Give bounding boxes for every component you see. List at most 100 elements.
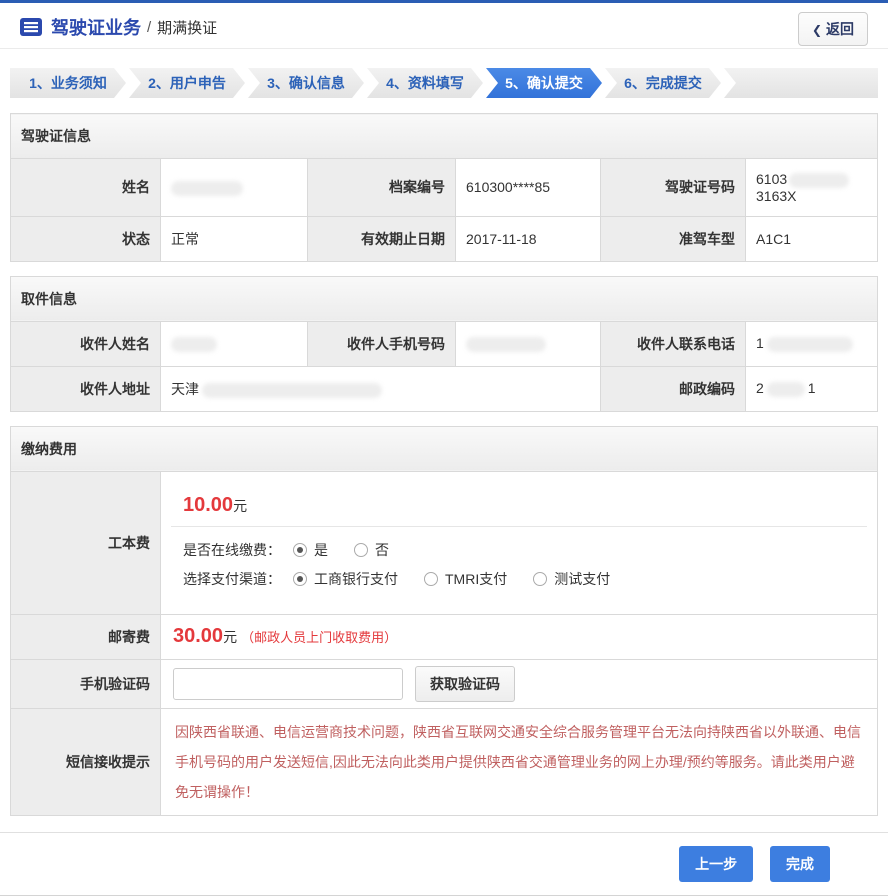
recipient-address-label: 收件人地址 bbox=[11, 366, 161, 411]
breadcrumb: 驾驶证业务 / 期满换证 bbox=[20, 14, 868, 40]
table-row: 姓名 档案编号 610300****85 驾驶证号码 61033163X bbox=[11, 159, 878, 217]
redacted-value bbox=[202, 383, 382, 398]
postage-fee-label: 邮寄费 bbox=[11, 614, 161, 659]
breadcrumb-divider: / bbox=[147, 19, 151, 36]
table-row: 邮寄费 30.00元（邮政人员上门收取费用） bbox=[11, 614, 878, 659]
payment-channel-row: 选择支付渠道： 工商银行支付 TMRI支付 测试支付 bbox=[183, 565, 855, 594]
recipient-name-label: 收件人姓名 bbox=[11, 321, 161, 366]
radio-label: 否 bbox=[375, 540, 389, 560]
step-2-user-declaration[interactable]: 2、用户申告 bbox=[129, 68, 245, 98]
back-button[interactable]: ❮ 返回 bbox=[798, 12, 868, 46]
postage-fee-cell: 30.00元（邮政人员上门收取费用） bbox=[161, 614, 878, 659]
step-3-confirm-info[interactable]: 3、确认信息 bbox=[248, 68, 364, 98]
radio-checked-icon[interactable] bbox=[293, 572, 307, 586]
table-row: 收件人地址 天津 邮政编码 21 bbox=[11, 366, 878, 411]
sms-code-label: 手机验证码 bbox=[11, 659, 161, 708]
radio-online-pay-yes[interactable]: 是 bbox=[293, 540, 328, 560]
postal-code-suffix: 1 bbox=[808, 380, 816, 396]
radio-label: 工商银行支付 bbox=[314, 569, 398, 589]
valid-until-label: 有效期止日期 bbox=[308, 216, 456, 261]
pickup-info-panel: 取件信息 收件人姓名 收件人手机号码 收件人联系电话 1 收件人地址 天津 邮政… bbox=[10, 276, 878, 412]
footer-action-bar: 上一步 完成 bbox=[0, 832, 888, 896]
fees-title: 缴纳费用 bbox=[11, 426, 878, 471]
payment-options-area: 是否在线缴费： 是 否 选择支付渠道： 工商银行支付 TMRI支付 测试支付 bbox=[171, 526, 867, 602]
radio-online-pay-no[interactable]: 否 bbox=[354, 540, 389, 560]
chevron-left-icon: ❮ bbox=[812, 23, 822, 37]
postal-code-prefix: 2 bbox=[756, 380, 764, 396]
license-no-suffix: 3163X bbox=[756, 188, 796, 204]
sms-code-input[interactable] bbox=[173, 668, 403, 700]
redacted-value bbox=[171, 181, 243, 196]
step-6-complete-submit[interactable]: 6、完成提交 bbox=[605, 68, 721, 98]
sms-notice-label: 短信接收提示 bbox=[11, 708, 161, 815]
valid-until-value: 2017-11-18 bbox=[456, 216, 601, 261]
fees-panel: 缴纳费用 工本费 10.00元 是否在线缴费： 是 否 选择支付渠道： 工商银行… bbox=[10, 426, 878, 816]
recipient-phone-prefix: 1 bbox=[756, 335, 764, 351]
status-value: 正常 bbox=[161, 216, 308, 261]
radio-channel-tmri[interactable]: TMRI支付 bbox=[424, 569, 507, 589]
recipient-mobile-label: 收件人手机号码 bbox=[308, 321, 456, 366]
radio-channel-icbc[interactable]: 工商银行支付 bbox=[293, 569, 398, 589]
radio-unchecked-icon[interactable] bbox=[354, 543, 368, 557]
radio-channel-test[interactable]: 测试支付 bbox=[533, 569, 610, 589]
recipient-address-prefix: 天津 bbox=[171, 381, 199, 397]
online-payment-question: 是否在线缴费： bbox=[183, 540, 281, 560]
license-no-label: 驾驶证号码 bbox=[601, 159, 746, 217]
postage-fee-amount: 30.00 bbox=[173, 625, 223, 647]
postal-code-value: 21 bbox=[746, 366, 878, 411]
sms-notice-cell: 因陕西省联通、电信运营商技术问题，陕西省互联网交通安全综合服务管理平台无法向持陕… bbox=[161, 708, 878, 815]
vehicle-class-value: A1C1 bbox=[746, 216, 878, 261]
radio-label: TMRI支付 bbox=[445, 569, 507, 589]
step-progress-bar: 1、业务须知 2、用户申告 3、确认信息 4、资料填写 5、确认提交 6、完成提… bbox=[10, 68, 878, 98]
radio-unchecked-icon[interactable] bbox=[533, 572, 547, 586]
step-label: 1、业务须知 bbox=[29, 73, 107, 93]
table-row: 短信接收提示 因陕西省联通、电信运营商技术问题，陕西省互联网交通安全综合服务管理… bbox=[11, 708, 878, 815]
status-label: 状态 bbox=[11, 216, 161, 261]
postage-fee-unit: 元 bbox=[223, 629, 237, 645]
production-fee-cell: 10.00元 是否在线缴费： 是 否 选择支付渠道： 工商银行支付 TMRI支付… bbox=[161, 471, 878, 614]
table-row: 工本费 10.00元 是否在线缴费： 是 否 选择支付渠道： 工商银行支付 TM… bbox=[11, 471, 878, 614]
file-no-label: 档案编号 bbox=[308, 159, 456, 217]
back-button-label: 返回 bbox=[826, 21, 854, 37]
step-4-fill-data[interactable]: 4、资料填写 bbox=[367, 68, 483, 98]
radio-label: 是 bbox=[314, 540, 328, 560]
radio-checked-icon[interactable] bbox=[293, 543, 307, 557]
redacted-value bbox=[767, 337, 853, 352]
step-bar-filler bbox=[724, 68, 878, 98]
name-value bbox=[161, 159, 308, 217]
radio-unchecked-icon[interactable] bbox=[424, 572, 438, 586]
step-label: 5、确认提交 bbox=[505, 73, 583, 93]
production-fee-amount-row: 10.00元 bbox=[171, 484, 867, 526]
step-label: 2、用户申告 bbox=[148, 73, 226, 93]
name-label: 姓名 bbox=[11, 159, 161, 217]
production-fee-unit: 元 bbox=[233, 498, 247, 514]
redacted-value bbox=[789, 173, 849, 188]
sms-code-row: 获取验证码 bbox=[173, 666, 865, 702]
vehicle-class-label: 准驾车型 bbox=[601, 216, 746, 261]
recipient-name-value bbox=[161, 321, 308, 366]
recipient-phone-value: 1 bbox=[746, 321, 878, 366]
production-fee-amount: 10.00 bbox=[183, 494, 233, 516]
step-5-confirm-submit[interactable]: 5、确认提交 bbox=[486, 68, 602, 98]
breadcrumb-section: 驾驶证业务 bbox=[51, 14, 141, 40]
step-1-business-notice[interactable]: 1、业务须知 bbox=[10, 68, 126, 98]
license-business-icon bbox=[20, 18, 42, 36]
radio-label: 测试支付 bbox=[554, 569, 610, 589]
page-header: 驾驶证业务 / 期满换证 ❮ 返回 bbox=[0, 3, 888, 49]
redacted-value bbox=[171, 337, 217, 352]
step-label: 3、确认信息 bbox=[267, 73, 345, 93]
breadcrumb-page: 期满换证 bbox=[157, 17, 217, 38]
get-sms-code-button[interactable]: 获取验证码 bbox=[415, 666, 515, 702]
table-row: 状态 正常 有效期止日期 2017-11-18 准驾车型 A1C1 bbox=[11, 216, 878, 261]
license-info-title: 驾驶证信息 bbox=[11, 114, 878, 159]
previous-step-button[interactable]: 上一步 bbox=[679, 846, 753, 882]
table-row: 手机验证码 获取验证码 bbox=[11, 659, 878, 708]
recipient-mobile-value bbox=[456, 321, 601, 366]
sms-notice-text: 因陕西省联通、电信运营商技术问题，陕西省互联网交通安全综合服务管理平台无法向持陕… bbox=[173, 715, 865, 809]
redacted-value bbox=[767, 382, 805, 397]
finish-button[interactable]: 完成 bbox=[770, 846, 830, 882]
postal-code-label: 邮政编码 bbox=[601, 366, 746, 411]
online-payment-row: 是否在线缴费： 是 否 bbox=[183, 536, 855, 565]
payment-channel-question: 选择支付渠道： bbox=[183, 569, 281, 589]
file-no-value: 610300****85 bbox=[456, 159, 601, 217]
